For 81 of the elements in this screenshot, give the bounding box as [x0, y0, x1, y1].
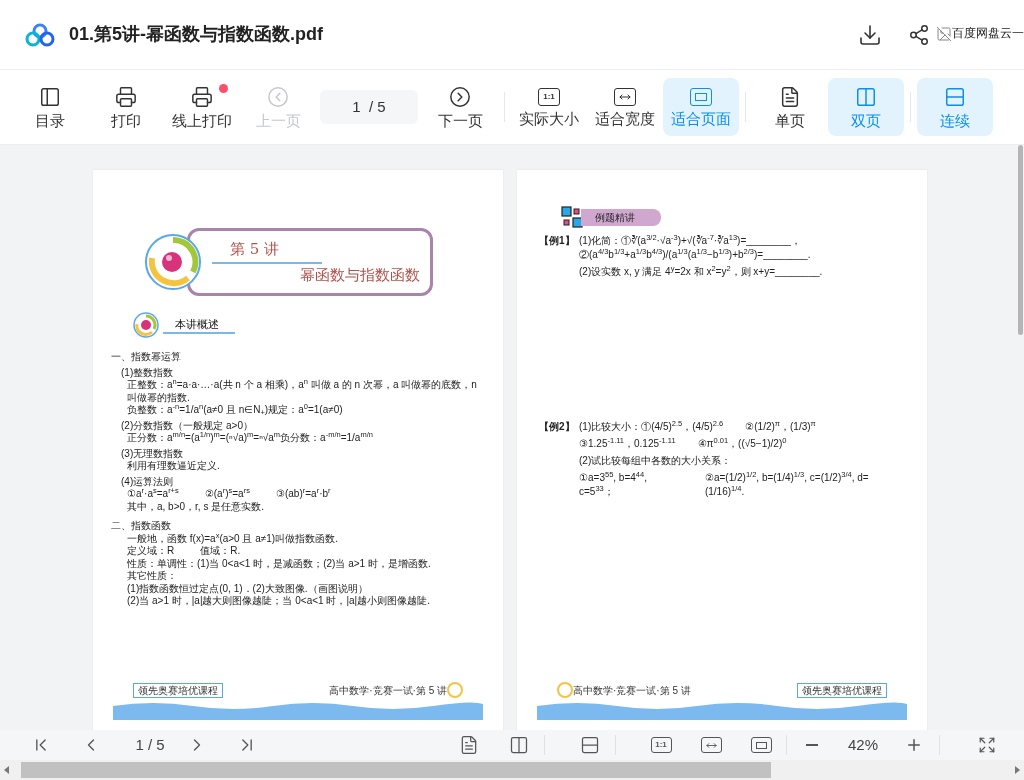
actual-size-button[interactable]: 1:1 — [646, 732, 676, 758]
course-caption: 高中数学·竞赛一试·第 5 讲 — [329, 684, 447, 698]
plus-icon — [905, 736, 923, 754]
broken-image-icon — [936, 26, 952, 42]
paragraph: 一般地，函数 f(x)=a$^{x}$(a>0 且 a≠1)叫做指数函数. — [127, 532, 339, 545]
toolbar-button[interactable]: 1:1 实际大小 — [511, 78, 587, 136]
subheading: (4)运算法则 — [121, 475, 175, 488]
double-page-icon — [509, 735, 529, 755]
paragraph: (2)当 a>1 时，|a|越大则图像越陡；当 0<a<1 时，|a|越小则图像越陡. — [127, 595, 431, 608]
share-icon — [908, 23, 930, 46]
actual-size-icon: 1:1 — [538, 88, 560, 106]
paragraph: (1)指数函数恒过定点(0, 1)．(2)大致图像.（画图说明） — [127, 582, 369, 595]
formula: ③(ab)$^{r}$=a$^{r}$·b$^{r}$ — [275, 488, 331, 501]
paragraph: 其它性质： — [127, 570, 178, 583]
next-icon — [449, 86, 471, 108]
printer-icon — [115, 86, 137, 108]
fit-page-icon — [690, 88, 712, 106]
toolbar-button[interactable]: 适合宽度 — [587, 78, 663, 136]
example-label: 【例1】 — [539, 234, 576, 248]
double-page-icon — [855, 86, 877, 108]
continuous-icon — [580, 735, 600, 755]
previous-icon — [267, 86, 289, 108]
horizontal-scrollbar-thumb[interactable] — [21, 762, 771, 778]
paragraph: 负整数：a$^{-n}$=1/a$^{n}$(a≠0 且 n∈N$_{+}$)规定：a$^{0}$=1(a≠0) — [127, 404, 344, 417]
paragraph: 性质：单调性：(1)当 0<a<1 时，是减函数；(2)当 a>1 时，是增函数. — [127, 557, 432, 570]
download-icon — [858, 22, 882, 47]
continuous-icon — [944, 86, 966, 108]
minus-icon — [806, 744, 818, 746]
formula: 定义域：R — [127, 545, 175, 558]
heading: 一、指数幂运算 — [111, 351, 182, 364]
paragraph: 其中，a, b>0，r, s 是任意实数. — [127, 500, 265, 513]
paragraph: 正整数：a$^{n}$=a·a·…·a(共 n 个 a 相乘)，a$^{n}$ 叫做 a 的 n 次幂，a 叫做幂的底数，n 叫做幂的指数. — [127, 379, 478, 404]
toolbar-button[interactable]: 打印 — [88, 78, 164, 136]
subheading: (3)无理数指数 — [121, 447, 185, 460]
fullscreen-icon — [978, 736, 996, 754]
course-caption: 高中数学·竞赛一试·第 5 讲 — [573, 684, 691, 698]
fit-width-icon — [614, 88, 636, 106]
question-text: ③1.25$^{-1.11}$，0.125$^{-1.11}$ — [579, 437, 676, 451]
single-page-icon — [459, 735, 479, 755]
ring-ball-icon — [133, 312, 159, 338]
zoom-level: 42% — [847, 734, 879, 755]
app-logo-icon — [25, 22, 55, 47]
toolbar-button[interactable]: 下一页 — [422, 78, 498, 136]
course-brand: 领先奥赛培优课程 — [797, 683, 887, 698]
question-text: (1)化简：①∛(a$^{3/2}$·√a$^{-3}$)+√(∛a$^{-7}$·∛a$^{13}$)=________，②(a$^{4/3}$b$^{1/3}$+a$^{1/3}$b$^{4/3}$)/(a$^{1/3}$(a$^{1/3}$−b$^{1/3}$)+b$^{2/3}$)=________. — [579, 234, 812, 262]
example-label: 【例2】 — [539, 420, 576, 434]
formula: ②(a$^{r}$)$^{s}$=a$^{rs}$ — [204, 488, 250, 501]
question-text: ①a=3$^{55}$, b=4$^{44}$, c=5$^{33}$； — [579, 471, 648, 499]
formula: 值域：R. — [200, 545, 241, 558]
heading: 二、指数函数 — [111, 520, 172, 533]
paragraph: 正分数：a$^{m/n}$=(a$^{1/n}$)$^{m}$=(ⁿ√a)$^{m}$=ⁿ√a$^{m}$负分数：a$^{-m/n}$=1/a$^{m/n}$ — [127, 432, 374, 445]
section-title: 本讲概述 — [163, 315, 235, 335]
document-title: 01.第5讲-幂函数与指数函数.pdf — [69, 23, 323, 46]
page-number-field[interactable]: 1 / 5 — [320, 90, 418, 124]
question-text: (1)比较大小：①(4/5)$^{2.5}$，(4/5)$^{2.6}$ — [579, 420, 724, 434]
subheading: (1)整数指数 — [121, 366, 175, 379]
title-banner: 第 5 讲 幂函数与指数函数 — [187, 228, 433, 296]
subheading: (2)分数指数（一般规定 a>0） — [121, 419, 254, 431]
scroll-left-icon[interactable] — [4, 766, 9, 774]
paragraph: 利用有理数逼近定义. — [127, 460, 221, 473]
question-text: (2)设实数 x, y 满足 4$^{y}$=2x 和 x$^{2}$=y$^{2}$，则 x+y=________. — [579, 265, 823, 279]
download-button[interactable] — [858, 22, 882, 47]
toolbar-button[interactable]: 线上打印 — [164, 78, 240, 136]
toolbar-button[interactable]: 目录 — [12, 78, 88, 136]
image-alt-text: 百度网盘云一 — [952, 26, 1024, 40]
squares-icon — [561, 206, 583, 228]
toolbar-button[interactable]: 单页 — [752, 78, 828, 136]
course-brand: 领先奥赛培优课程 — [133, 683, 223, 698]
question-text: ②(1/2)$^{π}$，(1/3)$^{π}$ — [745, 420, 816, 434]
question-text: ④π$^{0.01}$，((√5−1)/2)$^{0}$ — [697, 437, 787, 451]
printer-icon — [191, 86, 213, 108]
question-text: ②a=(1/2)$^{1/2}$, b=(1/4)$^{1/3}$, c=(1/2)$^{3/4}$, d=(1/16)$^{1/4}$. — [704, 471, 870, 499]
section-title: 例题精讲 — [581, 208, 661, 226]
share-button[interactable] — [908, 23, 930, 46]
scroll-right-icon[interactable] — [1015, 766, 1020, 774]
sidebar-icon — [39, 86, 61, 108]
question-text: (2)试比较每组中各数的大小关系： — [579, 454, 732, 468]
page-number-field[interactable]: 1 / 5 — [118, 733, 182, 757]
single-page-icon — [779, 86, 801, 108]
formula: ①a$^{r}$·a$^{s}$=a$^{r+s}$ — [127, 488, 179, 501]
ring-ball-icon — [143, 232, 203, 292]
